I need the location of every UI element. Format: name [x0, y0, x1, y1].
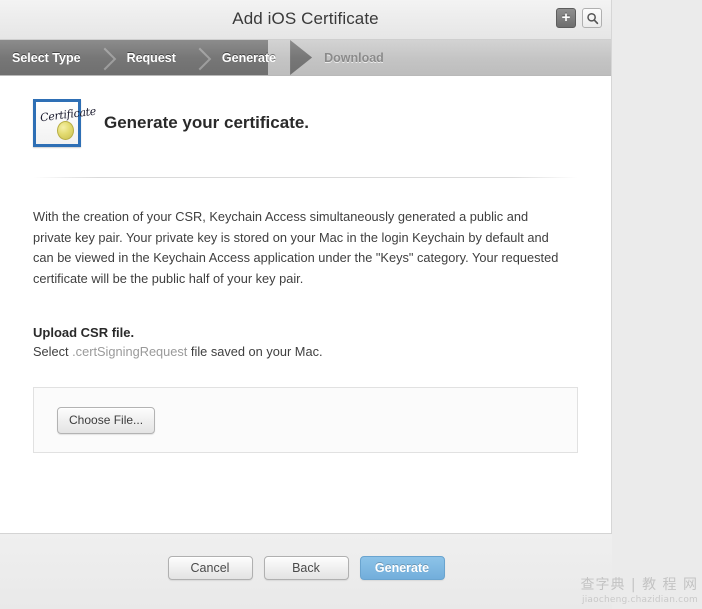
breadcrumb-step-select-type[interactable]: Select Type: [0, 40, 95, 75]
watermark-url: jiaocheng.chazidian.com: [582, 595, 698, 605]
upload-section-title: Upload CSR file.: [33, 325, 135, 340]
breadcrumb-step-request[interactable]: Request: [113, 40, 190, 75]
watermark: 查字典 | 教 程 网 jiaocheng.chazidian.com: [580, 577, 698, 606]
titlebar-actions: +: [556, 8, 602, 28]
upload-sub-suffix: file saved on your Mac.: [187, 344, 323, 359]
certificate-icon: Certificate: [33, 99, 97, 147]
cancel-button[interactable]: Cancel: [167, 556, 253, 580]
breadcrumb-inactive-region: Download: [312, 40, 611, 75]
application-frame: Add iOS Certificate + Select Type Reques…: [0, 0, 612, 609]
hero-section: Certificate Generate your certificate.: [0, 76, 611, 147]
main-content: Certificate Generate your certificate. W…: [0, 76, 611, 534]
search-button[interactable]: [582, 8, 602, 28]
breadcrumb-step-label: Generate: [221, 50, 277, 65]
section-divider: [33, 177, 578, 178]
watermark-logo: 查字典 | 教 程 网: [580, 577, 698, 593]
back-button[interactable]: Back: [263, 556, 349, 580]
add-button[interactable]: +: [556, 8, 576, 28]
footer-actions: Cancel Back Generate: [0, 533, 612, 609]
choose-file-button[interactable]: Choose File...: [57, 406, 156, 434]
breadcrumb-arrow-icon: [290, 40, 313, 75]
page-title: Add iOS Certificate: [232, 9, 379, 28]
breadcrumb-step-label: Request: [126, 50, 176, 65]
upload-section: Upload CSR file. Select .certSigningRequ…: [33, 325, 578, 359]
search-icon: [586, 12, 599, 25]
breadcrumb-step-download[interactable]: Download: [312, 51, 398, 65]
file-dropzone[interactable]: Choose File...: [33, 387, 578, 453]
plus-icon: +: [561, 9, 571, 26]
upload-section-subtitle: Select .certSigningRequest file saved on…: [33, 344, 578, 359]
title-bar: Add iOS Certificate +: [0, 0, 611, 40]
breadcrumb-step-label: Download: [324, 50, 384, 65]
certificate-seal-icon: [57, 121, 74, 140]
breadcrumb-step-label: Select Type: [12, 50, 81, 65]
page-heading: Generate your certificate.: [104, 113, 310, 132]
breadcrumb-step-generate[interactable]: Generate: [208, 40, 290, 75]
description-paragraph: With the creation of your CSR, Keychain …: [33, 209, 559, 286]
upload-sub-prefix: Select: [33, 344, 73, 359]
chevron-right-icon: [190, 40, 208, 75]
generate-button[interactable]: Generate: [359, 556, 445, 580]
chevron-right-icon: [95, 40, 113, 75]
upload-file-extension: .certSigningRequest: [72, 344, 188, 359]
breadcrumb: Select Type Request Generate Download: [0, 40, 611, 76]
